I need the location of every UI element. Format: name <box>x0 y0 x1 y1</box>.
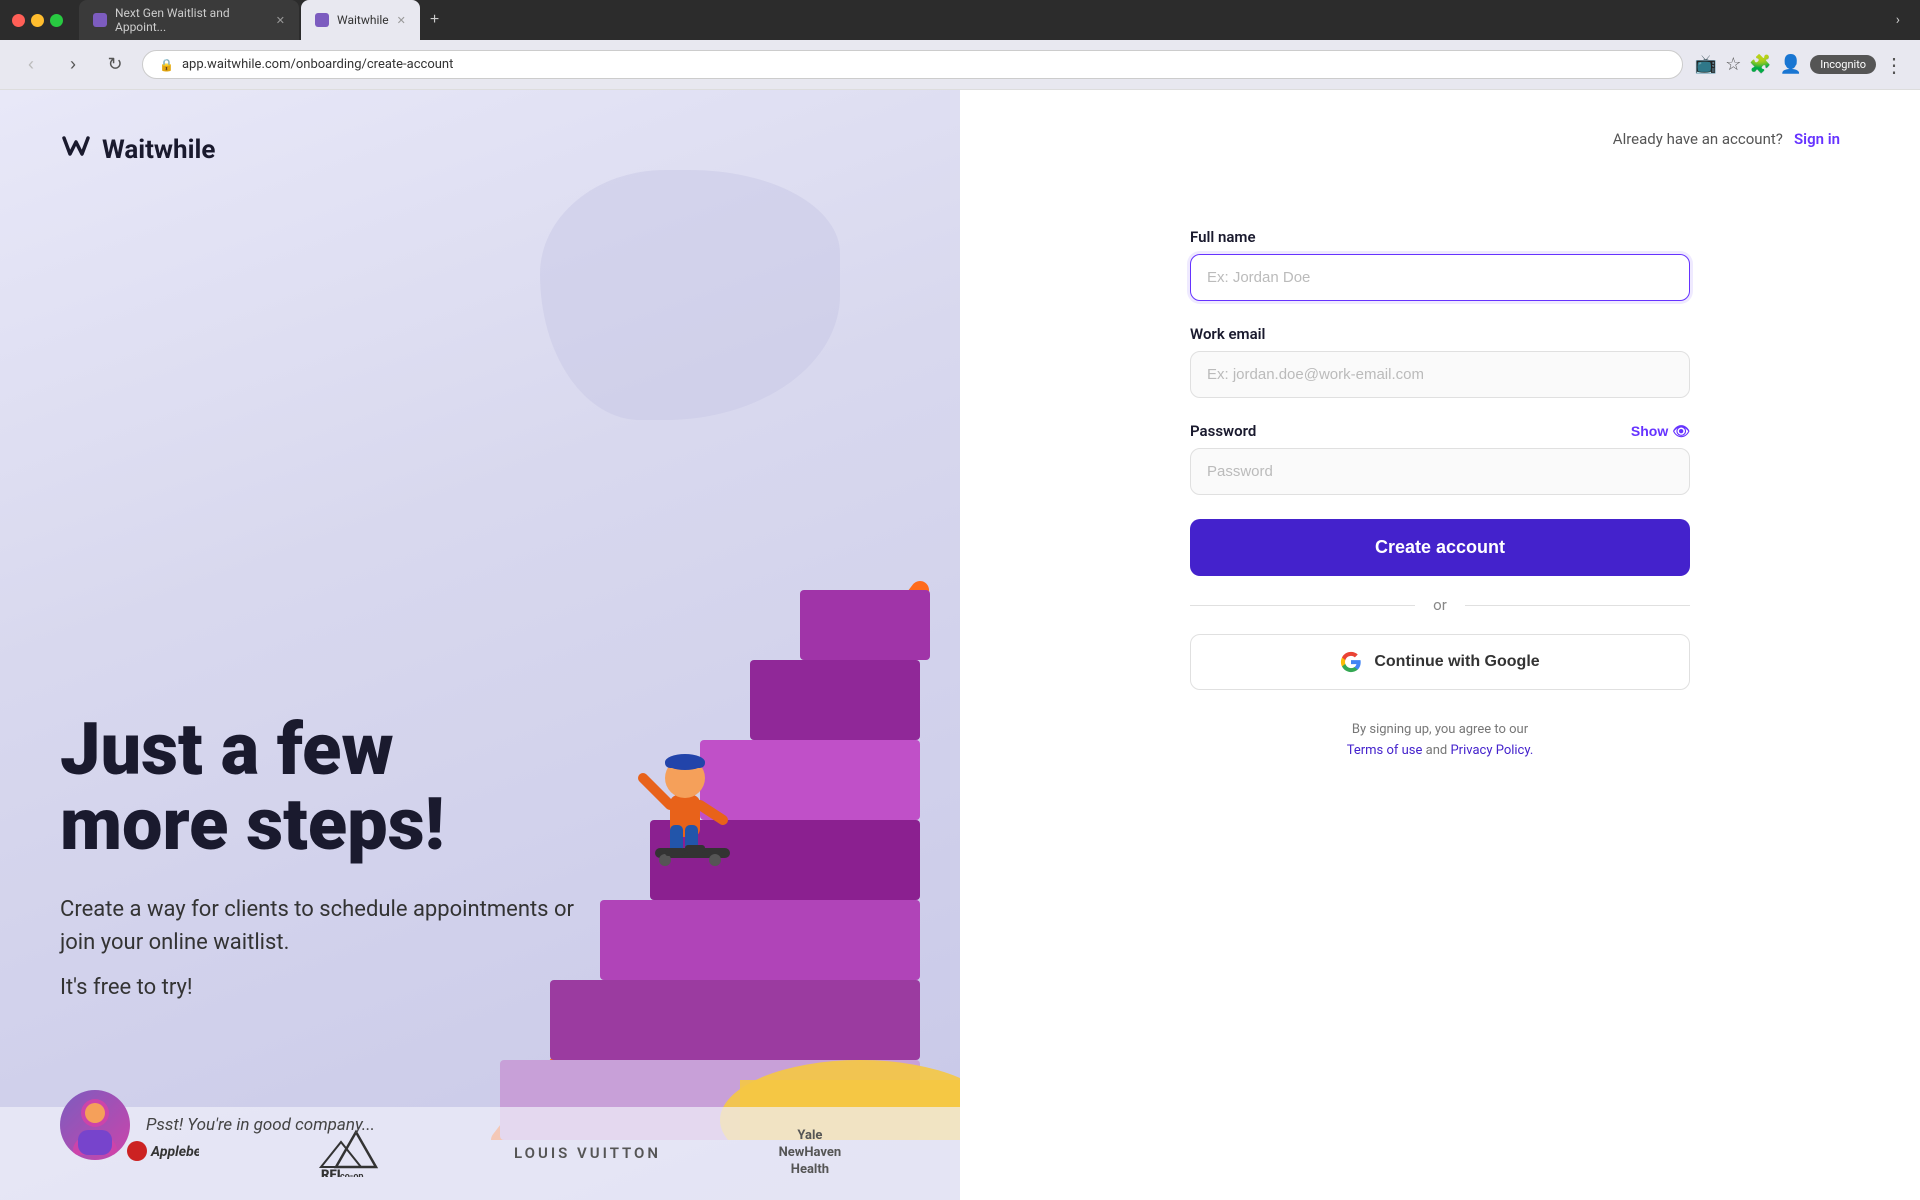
logo: Waitwhile <box>60 130 900 169</box>
forward-btn[interactable]: › <box>58 50 88 80</box>
tab-2-label: Waitwhile <box>337 13 389 27</box>
tab-2-close[interactable]: ✕ <box>397 14 406 27</box>
hero-subtext: Create a way for clients to schedule app… <box>60 893 580 959</box>
svg-text:REI: REI <box>321 1168 341 1177</box>
work-email-label: Work email <box>1190 325 1690 343</box>
already-account-text: Already have an account? <box>1613 130 1783 148</box>
reload-btn[interactable]: ↻ <box>100 50 130 80</box>
tab-list-btn[interactable]: › <box>1888 8 1908 32</box>
continue-with-google-btn[interactable]: Continue with Google <box>1190 634 1690 690</box>
show-label: Show <box>1631 423 1668 439</box>
tab-1-favicon <box>93 13 107 27</box>
browser-chrome: Next Gen Waitlist and Appoint... ✕ Waitw… <box>0 0 1920 40</box>
maximize-window-btn[interactable] <box>50 14 63 27</box>
sign-in-link[interactable]: Sign in <box>1794 130 1840 148</box>
or-divider: or <box>1190 596 1690 614</box>
logo-icon <box>60 130 92 169</box>
password-label: Password <box>1190 422 1256 440</box>
tab-2-favicon <box>315 13 329 27</box>
back-btn[interactable]: ‹ <box>16 50 46 80</box>
google-icon <box>1340 651 1362 673</box>
browser-actions: 📺 ☆ 🧩 👤 Incognito ⋮ <box>1695 53 1904 77</box>
profile-icon[interactable]: 👤 <box>1780 54 1802 75</box>
password-group: Password Show 👁 <box>1190 422 1690 495</box>
decorative-blob <box>540 170 840 420</box>
svg-text:co-op: co-op <box>340 1172 363 1177</box>
terms-text-1: By signing up, you agree to our <box>1352 722 1528 737</box>
tab-2[interactable]: Waitwhile ✕ <box>301 0 420 40</box>
minimize-window-btn[interactable] <box>31 14 44 27</box>
close-window-btn[interactable] <box>12 14 25 27</box>
create-account-button[interactable]: Create account <box>1190 519 1690 576</box>
social-proof: Psst! You're in good company... <box>60 1090 900 1160</box>
work-email-input[interactable] <box>1190 351 1690 398</box>
hero-free: It's free to try! <box>60 975 900 1000</box>
password-input[interactable] <box>1190 448 1690 495</box>
social-proof-text: Psst! You're in good company... <box>146 1115 375 1135</box>
create-account-form: Full name Work email Password Show 👁 <box>1190 228 1690 762</box>
window-controls <box>12 14 63 27</box>
browser-tabs: Next Gen Waitlist and Appoint... ✕ Waitw… <box>79 0 1880 40</box>
url-text: app.waitwhile.com/onboarding/create-acco… <box>182 57 453 72</box>
google-btn-label: Continue with Google <box>1374 653 1539 671</box>
address-bar: ‹ › ↻ 🔒 app.waitwhile.com/onboarding/cre… <box>0 40 1920 90</box>
bookmark-icon[interactable]: ☆ <box>1725 54 1741 75</box>
show-password-btn[interactable]: Show 👁 <box>1631 423 1690 440</box>
full-name-label: Full name <box>1190 228 1690 246</box>
tab-1-close[interactable]: ✕ <box>276 14 285 27</box>
avatar <box>60 1090 130 1160</box>
terms-and: and <box>1426 743 1448 758</box>
terms-of-use-link[interactable]: Terms of use <box>1347 743 1423 758</box>
screen-cast-icon[interactable]: 📺 <box>1695 54 1717 75</box>
new-tab-btn[interactable]: + <box>422 0 447 40</box>
right-panel: Already have an account? Sign in Full na… <box>960 90 1920 1200</box>
hero-text: Just a fewmore steps! Create a way for c… <box>60 712 900 1050</box>
extension-icon[interactable]: 🧩 <box>1749 54 1771 75</box>
incognito-badge: Incognito <box>1810 55 1876 74</box>
full-name-input[interactable] <box>1190 254 1690 301</box>
menu-icon[interactable]: ⋮ <box>1884 53 1904 77</box>
password-label-row: Password Show 👁 <box>1190 422 1690 440</box>
lock-icon: 🔒 <box>159 58 174 72</box>
full-name-group: Full name <box>1190 228 1690 301</box>
tab-1-label: Next Gen Waitlist and Appoint... <box>115 6 268 34</box>
url-bar[interactable]: 🔒 app.waitwhile.com/onboarding/create-ac… <box>142 50 1683 79</box>
tab-1[interactable]: Next Gen Waitlist and Appoint... ✕ <box>79 0 299 40</box>
hero-heading: Just a fewmore steps! <box>60 712 900 863</box>
privacy-policy-link[interactable]: Privacy Policy. <box>1450 743 1533 758</box>
left-panel: Waitwhile <box>0 90 960 1200</box>
page-layout: Waitwhile <box>0 90 1920 1200</box>
or-text: or <box>1433 596 1447 614</box>
terms-section: By signing up, you agree to our Terms of… <box>1190 720 1690 762</box>
already-account-section: Already have an account? Sign in <box>1040 130 1840 148</box>
work-email-group: Work email <box>1190 325 1690 398</box>
eye-icon: 👁 <box>1672 423 1690 440</box>
logo-text: Waitwhile <box>102 135 215 165</box>
